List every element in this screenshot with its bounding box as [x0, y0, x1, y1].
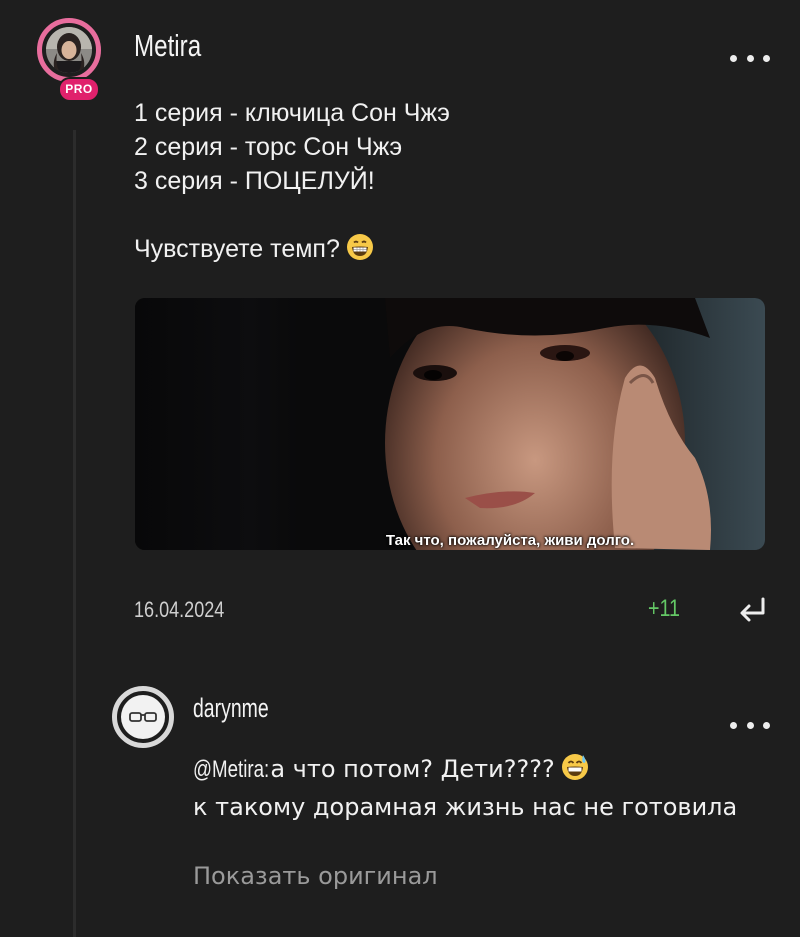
avatar-image [46, 27, 92, 73]
author-avatar[interactable]: PRO [37, 18, 111, 102]
sweat-smile-icon [561, 753, 589, 790]
reply-arrow-icon[interactable] [735, 593, 769, 627]
reply-text-rest: к такому дорамная жизнь нас не готовила [193, 793, 738, 821]
comment-line-1: 1 серия - ключица Сон Чжэ [134, 99, 450, 127]
reply-text-line1: а что потом? Дети???? [262, 755, 555, 783]
media-subtitle: Так что, пожалуйста, живи долго. [385, 532, 635, 549]
reply-body: @Metira: а что потом? Дети???? к такому … [193, 752, 753, 824]
comment-score[interactable]: +11 [648, 595, 680, 623]
show-original-link[interactable]: Показать оригинал [193, 862, 438, 890]
media-preview[interactable]: Так что, пожалуйста, живи долго. [135, 298, 765, 550]
more-dots-icon[interactable] [730, 715, 770, 735]
reply-author-avatar[interactable] [112, 686, 174, 748]
comment-body: 1 серия - ключица Сон Чжэ 2 серия - торс… [134, 96, 450, 270]
comment-question: Чувствуете темп? [134, 235, 340, 263]
reply-author-name[interactable]: darynme [193, 693, 269, 724]
thread-line [73, 130, 76, 937]
grinning-face-icon [346, 233, 374, 270]
comment-date: 16.04.2024 [134, 597, 225, 622]
comment-line-2: 2 серия - торс Сон Чжэ [134, 133, 403, 161]
more-dots-icon[interactable] [730, 48, 770, 68]
comment-line-3: 3 серия - ПОЦЕЛУЙ! [134, 167, 375, 195]
reply-mention[interactable]: @Metira: [193, 753, 269, 787]
glasses-icon [121, 695, 165, 739]
pro-badge: PRO [58, 77, 100, 102]
comment-question-line: Чувствуете темп? [134, 232, 450, 270]
comment-author-name[interactable]: Metira [134, 28, 201, 64]
